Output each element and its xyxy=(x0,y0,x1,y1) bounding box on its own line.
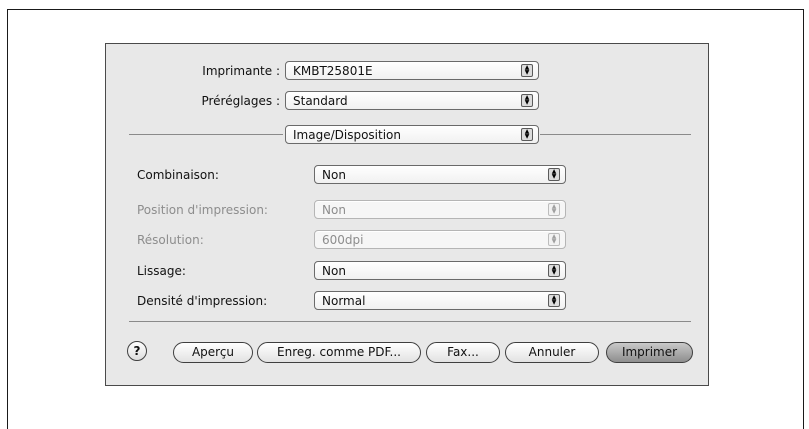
presets-value: Standard xyxy=(293,94,348,108)
presets-label: Préréglages : xyxy=(201,94,280,108)
up-down-arrows-icon: ▲ ▼ xyxy=(548,264,560,277)
print-density-popup[interactable]: Normal ▲ ▼ xyxy=(314,291,566,310)
combination-popup[interactable]: Non ▲ ▼ xyxy=(314,165,566,184)
resolution-popup: 600dpi ▲ ▼ xyxy=(314,230,566,249)
smoothing-value: Non xyxy=(322,264,346,278)
combination-value: Non xyxy=(322,168,346,182)
print-density-label: Densité d'impression: xyxy=(137,294,268,308)
smoothing-popup[interactable]: Non ▲ ▼ xyxy=(314,261,566,280)
up-down-arrows-icon: ▲ ▼ xyxy=(548,233,560,246)
print-position-value: Non xyxy=(322,203,346,217)
resolution-label: Résolution: xyxy=(137,233,204,247)
section-divider-left xyxy=(129,134,283,135)
save-as-pdf-button[interactable]: Enreg. comme PDF... xyxy=(257,342,421,363)
print-density-value: Normal xyxy=(322,294,366,308)
up-down-arrows-icon: ▲ ▼ xyxy=(521,128,533,141)
fax-button[interactable]: Fax... xyxy=(426,342,500,363)
cancel-button[interactable]: Annuler xyxy=(505,342,599,363)
printer-popup[interactable]: KMBT25801E ▲ ▼ xyxy=(285,61,539,80)
printer-label: Imprimante : xyxy=(202,64,280,78)
presets-popup[interactable]: Standard ▲ ▼ xyxy=(285,91,539,110)
print-button[interactable]: Imprimer xyxy=(606,342,693,363)
help-button[interactable]: ? xyxy=(127,341,147,361)
smoothing-label: Lissage: xyxy=(137,264,186,278)
section-divider-right xyxy=(540,134,691,135)
up-down-arrows-icon: ▲ ▼ xyxy=(521,64,533,77)
printer-value: KMBT25801E xyxy=(293,64,373,78)
section-popup[interactable]: Image/Disposition ▲ ▼ xyxy=(285,125,539,144)
combination-label: Combinaison: xyxy=(137,168,219,182)
preview-button[interactable]: Aperçu xyxy=(173,342,253,363)
print-position-popup: Non ▲ ▼ xyxy=(314,200,566,219)
up-down-arrows-icon: ▲ ▼ xyxy=(548,203,560,216)
up-down-arrows-icon: ▲ ▼ xyxy=(548,294,560,307)
up-down-arrows-icon: ▲ ▼ xyxy=(521,94,533,107)
section-value: Image/Disposition xyxy=(293,128,401,142)
resolution-value: 600dpi xyxy=(322,233,364,247)
up-down-arrows-icon: ▲ ▼ xyxy=(548,168,560,181)
print-position-label: Position d'impression: xyxy=(137,203,268,217)
button-divider xyxy=(129,321,691,322)
